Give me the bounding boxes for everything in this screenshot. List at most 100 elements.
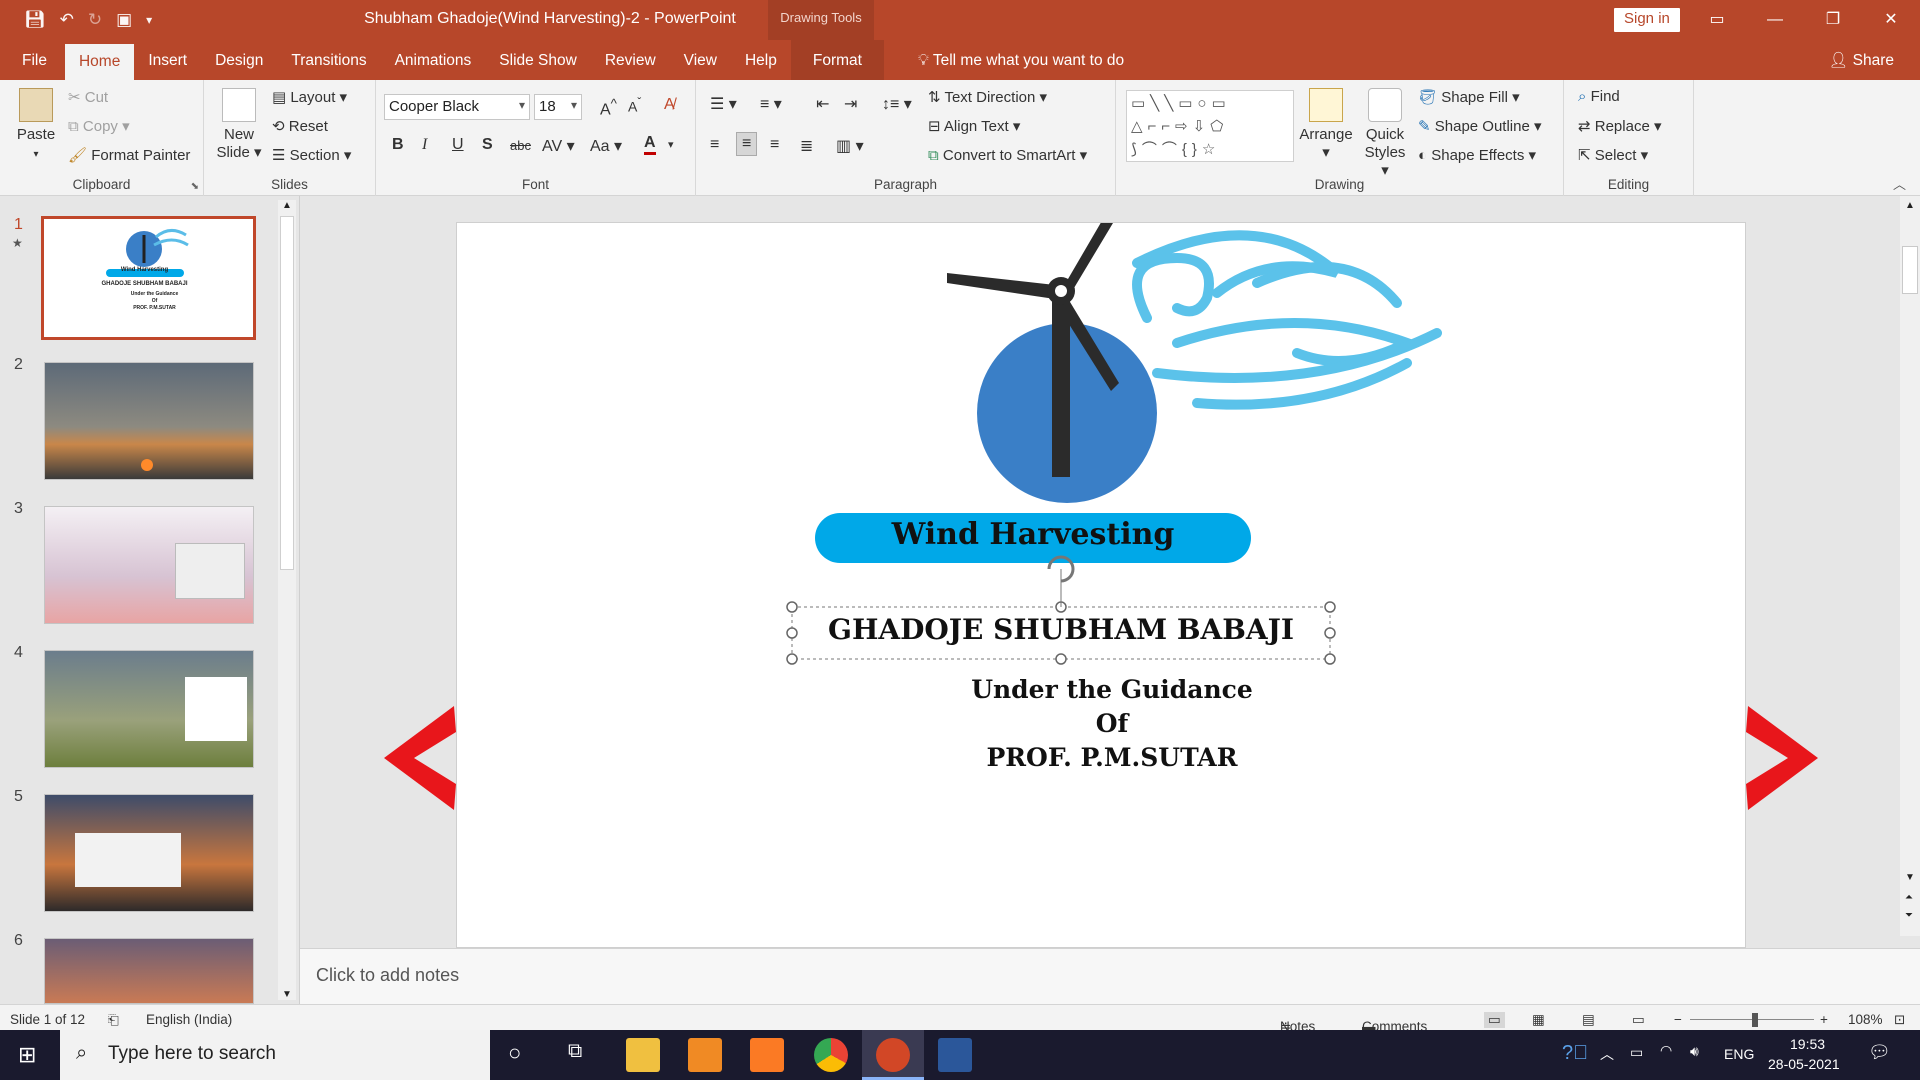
- file-explorer-icon[interactable]: [626, 1038, 660, 1072]
- xampp-icon[interactable]: [750, 1038, 784, 1072]
- previous-slide-arrow-icon[interactable]: [384, 706, 456, 810]
- help-icon[interactable]: ?⃝: [1562, 1042, 1588, 1065]
- new-slide-button[interactable]: New Slide ▾: [214, 88, 264, 162]
- align-right-icon[interactable]: ≡: [770, 136, 779, 154]
- tab-transitions[interactable]: Transitions: [277, 40, 380, 80]
- tab-help[interactable]: Help: [731, 40, 791, 80]
- word-icon[interactable]: [938, 1038, 972, 1072]
- font-color-dropdown-icon[interactable]: ▾: [668, 138, 674, 151]
- scroll-down-icon[interactable]: ▼: [282, 989, 292, 1000]
- ribbon-display-options-icon[interactable]: ▭: [1688, 0, 1746, 40]
- slide-scroll-thumb[interactable]: [1902, 246, 1918, 294]
- format-painter-button[interactable]: 🖌︎ Format Painter: [68, 146, 190, 164]
- section-button[interactable]: ☰ Section ▾: [272, 146, 351, 164]
- copy-button[interactable]: ⧉ Copy ▾: [68, 117, 130, 135]
- slide-thumbnail-4[interactable]: [44, 650, 254, 768]
- zoom-level[interactable]: 108%: [1848, 1012, 1883, 1027]
- cortana-icon[interactable]: ○: [508, 1040, 521, 1066]
- shrink-font-icon[interactable]: Aˇ: [628, 96, 641, 115]
- zoom-in-icon[interactable]: +: [1820, 1012, 1828, 1027]
- slide-thumbnail-6[interactable]: [44, 938, 254, 1004]
- tab-format[interactable]: Format: [790, 40, 884, 80]
- numbering-icon[interactable]: ≡ ▾: [760, 94, 782, 114]
- align-text-button[interactable]: ⊟ Align Text ▾: [928, 117, 1020, 135]
- slide-thumbnail-2[interactable]: [44, 362, 254, 480]
- guidance-line-2[interactable]: Of: [857, 709, 1367, 738]
- tab-insert[interactable]: Insert: [134, 40, 201, 80]
- shape-fill-button[interactable]: 🪣︎ Shape Fill ▾: [1418, 88, 1520, 106]
- bullets-icon[interactable]: ☰ ▾: [710, 94, 737, 114]
- character-spacing-icon[interactable]: AV ▾: [542, 136, 575, 156]
- shadow-icon[interactable]: S: [482, 136, 493, 154]
- increase-indent-icon[interactable]: ⇥: [844, 94, 857, 114]
- bold-icon[interactable]: B: [392, 136, 404, 154]
- font-color-icon[interactable]: A: [644, 134, 656, 155]
- font-size-combo[interactable]: 18: [534, 94, 582, 120]
- task-view-icon[interactable]: ⧉: [568, 1040, 582, 1063]
- select-button[interactable]: ⇱ Select ▾: [1578, 146, 1648, 164]
- sublime-text-icon[interactable]: [688, 1038, 722, 1072]
- convert-smartart-button[interactable]: ⧉ Convert to SmartArt ▾: [928, 146, 1087, 164]
- align-center-icon[interactable]: ≡: [736, 132, 758, 156]
- underline-icon[interactable]: U: [452, 136, 464, 154]
- next-slide-arrow-icon[interactable]: [1746, 706, 1818, 810]
- banner-title[interactable]: Wind Harvesting: [815, 517, 1251, 552]
- restore-icon[interactable]: ❐: [1804, 0, 1862, 40]
- font-family-combo[interactable]: Cooper Black: [384, 94, 530, 120]
- scroll-down-icon[interactable]: ▼: [1905, 872, 1915, 883]
- tab-home[interactable]: Home: [64, 44, 135, 80]
- share-button[interactable]: 👤︎ Share: [1829, 40, 1894, 82]
- slide-thumbnail-3[interactable]: [44, 506, 254, 624]
- shape-outline-button[interactable]: ✎ Shape Outline ▾: [1418, 117, 1542, 135]
- zoom-slider-thumb[interactable]: [1752, 1013, 1758, 1027]
- shape-effects-button[interactable]: ◐ Shape Effects ▾: [1418, 146, 1536, 164]
- shapes-gallery[interactable]: ▭╲╲▭○▭ △⌐⌐⇨⇩⬠ ⟆⌒⌒{}☆: [1126, 90, 1294, 162]
- layout-button[interactable]: ▤ Layout ▾: [272, 88, 347, 106]
- tab-review[interactable]: Review: [591, 40, 670, 80]
- clock-time[interactable]: 19:53: [1790, 1036, 1825, 1052]
- fit-to-window-icon[interactable]: ⊡: [1894, 1012, 1905, 1028]
- minimize-icon[interactable]: —: [1746, 0, 1804, 40]
- windows-start-icon[interactable]: ⊞: [18, 1042, 36, 1068]
- notes-pane[interactable]: Click to add notes: [300, 948, 1920, 1004]
- tell-me-box[interactable]: 💡︎ Tell me what you want to do: [904, 40, 1138, 80]
- close-icon[interactable]: ✕: [1862, 0, 1920, 40]
- collapse-ribbon-icon[interactable]: ︿: [1893, 174, 1906, 193]
- powerpoint-icon[interactable]: [876, 1038, 910, 1072]
- replace-button[interactable]: ⇄ Replace ▾: [1578, 117, 1662, 135]
- chrome-icon[interactable]: [814, 1038, 848, 1072]
- volume-icon[interactable]: 🔊︎: [1690, 1043, 1699, 1060]
- sign-in-button[interactable]: Sign in: [1614, 8, 1680, 32]
- tab-design[interactable]: Design: [201, 40, 277, 80]
- input-language[interactable]: ENG: [1724, 1046, 1754, 1062]
- slide-scrollbar[interactable]: ▲ ▼ ⏶ ⏷: [1900, 196, 1920, 936]
- notifications-icon[interactable]: 💬︎: [1868, 1042, 1891, 1063]
- thumbnail-scroll-thumb[interactable]: [280, 216, 294, 570]
- reset-button[interactable]: ⟲ Reset: [272, 117, 328, 135]
- tab-file[interactable]: File: [0, 40, 65, 80]
- next-slide-icon[interactable]: ⏷: [1905, 910, 1913, 921]
- spelling-check-icon[interactable]: ⎗: [108, 1012, 119, 1028]
- clock-date[interactable]: 28-05-2021: [1768, 1056, 1840, 1072]
- decrease-indent-icon[interactable]: ⇤: [816, 94, 829, 114]
- tab-slide-show[interactable]: Slide Show: [485, 40, 591, 80]
- find-button[interactable]: ⌕ Find: [1578, 88, 1620, 105]
- language-indicator[interactable]: English (India): [146, 1012, 232, 1027]
- slide-sorter-view-icon[interactable]: ▦: [1532, 1012, 1545, 1028]
- grow-font-icon[interactable]: A^: [600, 96, 617, 119]
- arrange-button[interactable]: Arrange ▾: [1298, 88, 1354, 162]
- scroll-up-icon[interactable]: ▲: [282, 200, 292, 211]
- align-left-icon[interactable]: ≡: [710, 136, 719, 154]
- change-case-icon[interactable]: Aa ▾: [590, 136, 622, 156]
- clear-formatting-icon[interactable]: A̸: [664, 96, 675, 114]
- cut-button[interactable]: ✂ Cut: [68, 88, 108, 106]
- battery-icon[interactable]: ▭: [1630, 1044, 1643, 1061]
- taskbar-search-box[interactable]: ⌕ Type here to search: [60, 1030, 490, 1080]
- reading-view-icon[interactable]: ▤: [1582, 1012, 1595, 1028]
- paste-button[interactable]: Paste ▾: [14, 88, 58, 164]
- author-textbox[interactable]: GHADOJE SHUBHAM BABAJI: [792, 613, 1330, 646]
- dialog-launcher-icon[interactable]: ⬊: [191, 181, 199, 192]
- scroll-up-icon[interactable]: ▲: [1905, 200, 1915, 211]
- slideshow-view-icon[interactable]: ▭: [1632, 1012, 1645, 1028]
- tab-animations[interactable]: Animations: [381, 40, 486, 80]
